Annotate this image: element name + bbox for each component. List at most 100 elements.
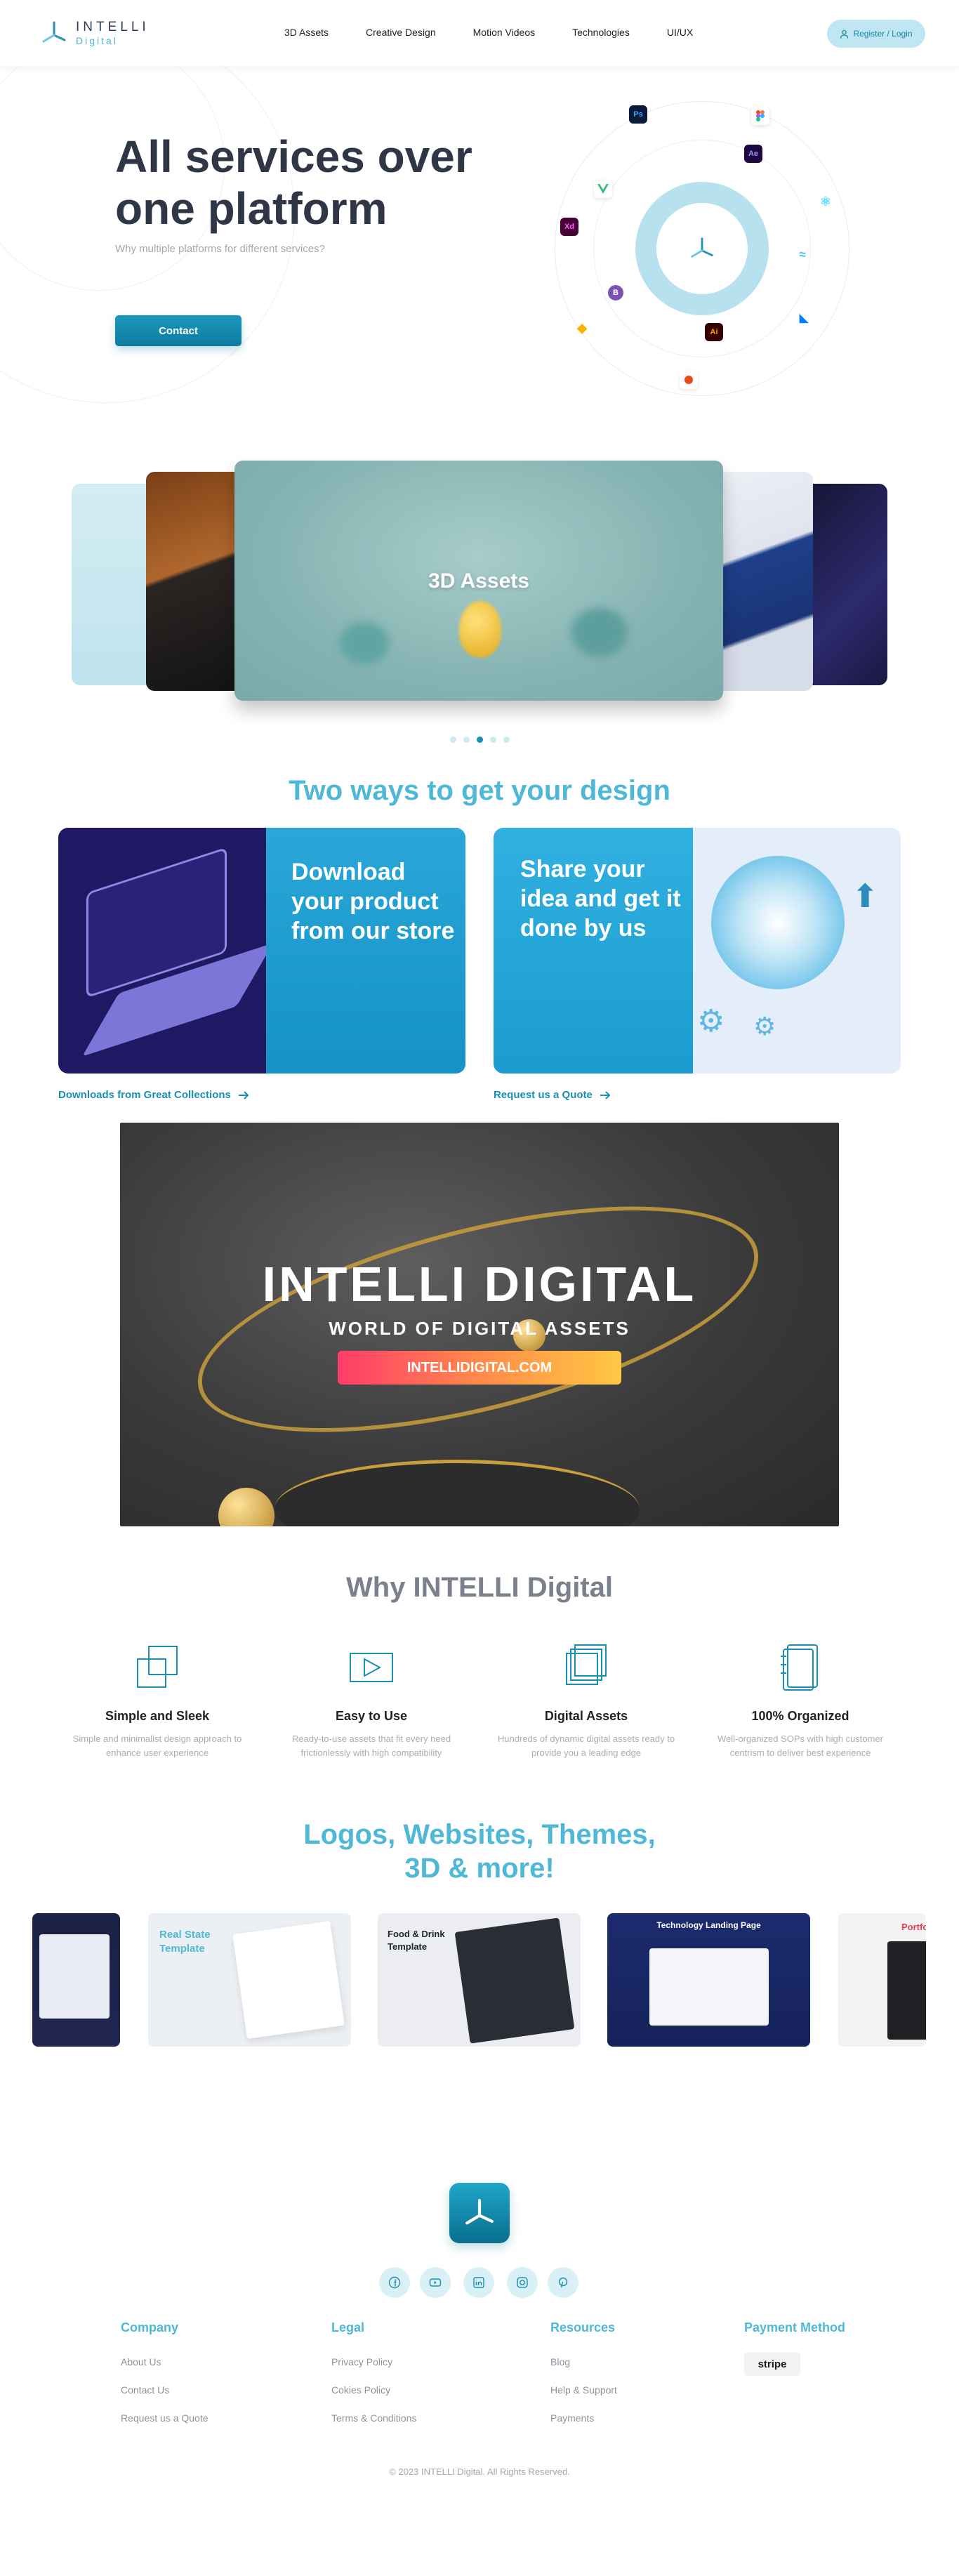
two-ways-section: Download your product from our store Sha…: [0, 828, 959, 1123]
hero-title: All services over one platform: [115, 131, 472, 235]
carousel-dot-active[interactable]: [476, 737, 483, 743]
contact-button[interactable]: Contact: [115, 315, 242, 346]
gallery-title: Logos, Websites, Themes, 3D & more!: [0, 1818, 959, 1885]
feature-text: Ready-to-use assets that fit every need …: [291, 1733, 451, 1758]
carousel-card-active[interactable]: 3D Assets: [234, 461, 723, 701]
gallery-section: Logos, Websites, Themes, 3D & more! Real…: [0, 1818, 959, 2183]
site-header: INTELLI Digital 3D Assets Creative Desig…: [0, 0, 959, 66]
footer-link-contact[interactable]: Contact Us: [121, 2384, 209, 2396]
pedestal-decoration: [275, 1460, 640, 1526]
footer-link-payments[interactable]: Payments: [550, 2412, 617, 2424]
logo-mark-icon: [42, 21, 66, 43]
react-icon: ⚛: [819, 194, 832, 209]
carousel-dot[interactable]: [449, 737, 456, 743]
office-icon: [680, 371, 698, 389]
request-quote-link[interactable]: Request us a Quote: [494, 1089, 611, 1101]
register-login-label: Register / Login: [853, 29, 913, 39]
why-section: Why INTELLI Digital Simple and Sleek Sim…: [0, 1572, 959, 1818]
figma-icon: [751, 107, 769, 125]
hero-title-line2: one platform: [115, 183, 388, 234]
nav-ui-ux[interactable]: UI/UX: [667, 27, 693, 38]
gallery-tile[interactable]: [32, 1913, 120, 2047]
category-carousel: 3D Assets: [0, 461, 959, 803]
banner-tagline: WORLD OF DIGITAL ASSETS: [329, 1318, 630, 1339]
promo-banner-section: INTELLI DIGITAL WORLD OF DIGITAL ASSETS …: [0, 1123, 959, 1572]
footer-link-quote[interactable]: Request us a Quote: [121, 2412, 209, 2424]
footer-col-title: Resources: [550, 2320, 616, 2334]
gallery-title-line2: 3D & more!: [404, 1853, 555, 1884]
hero-title-line1: All services over: [115, 131, 472, 182]
feature-text: Simple and minimalist design approach to…: [72, 1733, 242, 1758]
feature-title: Simple and Sleek: [105, 1709, 210, 1723]
footer-link-privacy[interactable]: Privacy Policy: [331, 2356, 416, 2367]
tile-thumb: [454, 1917, 575, 2044]
nav-creative-design[interactable]: Creative Design: [366, 27, 436, 38]
footer-link-help[interactable]: Help & Support: [550, 2384, 617, 2396]
feature-organized: 100% Organized Well-organized SOPs with …: [706, 1642, 895, 1760]
gallery-tile[interactable]: Technology Landing Page: [607, 1913, 810, 2047]
tile-thumb: [887, 1941, 926, 2040]
footer-logo[interactable]: [449, 2183, 510, 2243]
register-login-button[interactable]: Register / Login: [827, 20, 925, 48]
footer-link-blog[interactable]: Blog: [550, 2356, 617, 2367]
banner-url-badge[interactable]: INTELLIDIGITAL.COM: [338, 1351, 621, 1385]
sketch-icon: ◆: [577, 320, 587, 335]
quote-card[interactable]: Share your idea and get it done by us ⚙ …: [494, 828, 901, 1074]
instagram-icon[interactable]: [507, 2267, 538, 2298]
after-effects-icon: Ae: [744, 145, 762, 163]
feature-digital-assets: Digital Assets Hundreds of dynamic digit…: [491, 1642, 681, 1760]
download-text: Download your product from our store: [291, 859, 455, 944]
copyright: © 2023 INTELLI Digital. All Rights Reser…: [389, 2466, 570, 2477]
carousel-active-title: 3D Assets: [428, 569, 529, 593]
feature-text: Well-organized SOPs with high customer c…: [717, 1733, 884, 1758]
footer-col-legal: Legal Privacy Policy Cokies Policy Terms…: [331, 2320, 416, 2424]
gallery-tile[interactable]: Food & Drink Template: [378, 1913, 581, 2047]
downloads-link[interactable]: Downloads from Great Collections: [58, 1089, 249, 1101]
carousel-card[interactable]: [800, 484, 887, 685]
site-footer: Company About Us Contact Us Request us a…: [0, 2183, 959, 2548]
facebook-icon[interactable]: [379, 2267, 410, 2298]
brand-logo[interactable]: INTELLI Digital: [39, 18, 150, 48]
user-icon: [840, 29, 849, 39]
carousel-dot[interactable]: [503, 737, 510, 743]
overlap-squares-icon: [137, 1646, 178, 1688]
footer-col-title: Legal: [331, 2320, 365, 2334]
material-ui-icon: ◣: [799, 312, 809, 324]
footer-link-about[interactable]: About Us: [121, 2356, 209, 2367]
main-nav: 3D Assets Creative Design Motion Videos …: [284, 27, 693, 38]
carousel-dot[interactable]: [489, 737, 496, 743]
tile-title: Technology Landing Page: [656, 1920, 761, 1930]
gallery-tile[interactable]: Portfo: [838, 1913, 926, 2047]
promo-banner[interactable]: INTELLI DIGITAL WORLD OF DIGITAL ASSETS …: [120, 1123, 839, 1526]
footer-col-resources: Resources Blog Help & Support Payments: [550, 2320, 617, 2424]
nav-technologies[interactable]: Technologies: [572, 27, 630, 38]
tile-title: Portfo: [901, 1922, 926, 1932]
arrow-right-icon: [238, 1090, 249, 1099]
tile-subtitle: Template: [388, 1941, 428, 1952]
pinterest-icon[interactable]: [548, 2267, 578, 2298]
binder-icon: [781, 1644, 818, 1691]
hero-subtitle: Why multiple platforms for different ser…: [115, 243, 325, 255]
downloads-link-label: Downloads from Great Collections: [58, 1089, 231, 1101]
logo-subtitle: Digital: [76, 35, 118, 46]
logo-name: INTELLI: [76, 20, 150, 34]
carousel-dot[interactable]: [463, 737, 470, 743]
download-card[interactable]: Download your product from our store: [58, 828, 465, 1074]
nav-3d-assets[interactable]: 3D Assets: [284, 27, 329, 38]
footer-link-cookies[interactable]: Cokies Policy: [331, 2384, 416, 2396]
linkedin-icon[interactable]: [463, 2267, 494, 2298]
arrow-right-icon: [600, 1090, 611, 1099]
feature-easy-to-use: Easy to Use Ready-to-use assets that fit…: [277, 1642, 466, 1760]
hero-section: All services over one platform Why multi…: [0, 66, 959, 431]
feature-title: Digital Assets: [544, 1709, 628, 1723]
footer-link-terms[interactable]: Terms & Conditions: [331, 2412, 416, 2424]
logo-mark-icon: [465, 2199, 494, 2225]
footer-col-payment: Payment Method stripe: [744, 2320, 845, 2376]
gallery-tile[interactable]: Real State Template: [148, 1913, 351, 2047]
nav-motion-videos[interactable]: Motion Videos: [473, 27, 535, 38]
play-box-icon: [350, 1653, 393, 1682]
bootstrap-icon: B: [608, 285, 623, 300]
quote-text: Share your idea and get it done by us: [520, 856, 681, 942]
youtube-icon[interactable]: [420, 2267, 451, 2298]
feature-simple-sleek: Simple and Sleek Simple and minimalist d…: [62, 1642, 252, 1760]
